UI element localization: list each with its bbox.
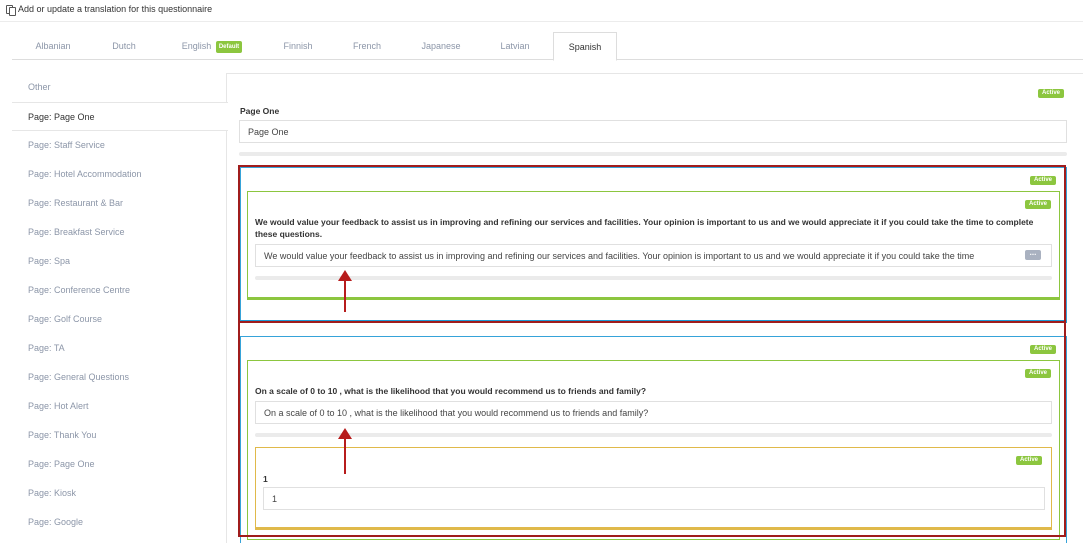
sidebar-item-spa[interactable]: Page: Spa (12, 247, 226, 276)
page-status-badge: Active (1038, 89, 1065, 98)
sidebar-item-breakfast-service[interactable]: Page: Breakfast Service (12, 218, 226, 247)
question-divider (255, 276, 1052, 280)
tab-latvian[interactable]: Latvian (482, 32, 548, 60)
sidebar-item-hot-alert[interactable]: Page: Hot Alert (12, 392, 226, 421)
option-bottom-bar (255, 527, 1052, 530)
sidebar-item-kiosk[interactable]: Page: Kiosk (12, 479, 226, 508)
tab-french[interactable]: French (335, 32, 399, 60)
question-status-badge-2: Active (1025, 369, 1052, 378)
tab-albanian[interactable]: Albanian (12, 32, 94, 60)
sidebar-item-thank-you[interactable]: Page: Thank You (12, 421, 226, 450)
sidebar-item-page-one[interactable]: Page: Page One (12, 102, 228, 131)
page-header: Add or update a translation for this que… (6, 2, 212, 16)
card-bottom-bar (247, 297, 1060, 300)
question-label: We would value your feedback to assist u… (255, 217, 1034, 239)
page-sidebar: Other Page: Page One Page: Staff Service… (12, 73, 228, 537)
sidebar-item-restaurant-bar[interactable]: Page: Restaurant & Bar (12, 189, 226, 218)
language-tabs: Albanian Dutch English Default Finnish F… (12, 32, 1083, 61)
page-divider (239, 152, 1067, 156)
page-title: Add or update a translation for this que… (18, 4, 213, 14)
sidebar-item-ta[interactable]: Page: TA (12, 334, 226, 363)
page-name-label: Page One (240, 106, 280, 116)
option-status-badge: Active (1016, 456, 1043, 465)
tab-spanish[interactable]: Spanish (553, 32, 617, 61)
question-translation-input[interactable]: We would value your feedback to assist u… (255, 244, 1052, 267)
sidebar-item-other[interactable]: Other (12, 73, 226, 102)
question-translation-input-2[interactable]: On a scale of 0 to 10 , what is the like… (255, 401, 1052, 424)
tab-finnish[interactable]: Finnish (267, 32, 329, 60)
sidebar-item-staff-service[interactable]: Page: Staff Service (12, 131, 226, 160)
question-label-2: On a scale of 0 to 10 , what is the like… (255, 386, 647, 396)
question-divider-2 (255, 433, 1052, 437)
copy-icon (6, 4, 16, 16)
default-badge: Default (215, 41, 243, 53)
sidebar-item-general-questions[interactable]: Page: General Questions (12, 363, 226, 392)
tab-dutch[interactable]: Dutch (94, 32, 154, 60)
section-status-badge-2: Active (1030, 345, 1057, 354)
annotation-arrow-up-2 (338, 428, 352, 474)
sidebar-item-golf-course[interactable]: Page: Golf Course (12, 305, 226, 334)
option-label: 1 (263, 474, 268, 484)
sidebar-item-conference-centre[interactable]: Page: Conference Centre (12, 276, 226, 305)
tab-japanese[interactable]: Japanese (406, 32, 476, 60)
header-divider (0, 21, 1083, 22)
tab-english[interactable]: English Default (162, 32, 262, 60)
option-translation-input[interactable]: 1 (263, 487, 1045, 510)
sidebar-item-hotel-accommodation[interactable]: Page: Hotel Accommodation (12, 160, 226, 189)
annotation-arrow-up (338, 270, 352, 312)
more-icon[interactable]: ... (1025, 249, 1041, 260)
page-name-input[interactable]: Page One (239, 120, 1067, 143)
annotation-divider (238, 321, 1066, 323)
sidebar-item-page-one-2[interactable]: Page: Page One (12, 450, 226, 479)
section-status-badge: Active (1030, 176, 1057, 185)
sidebar-item-google[interactable]: Page: Google (12, 508, 226, 537)
question-status-badge: Active (1025, 200, 1052, 209)
